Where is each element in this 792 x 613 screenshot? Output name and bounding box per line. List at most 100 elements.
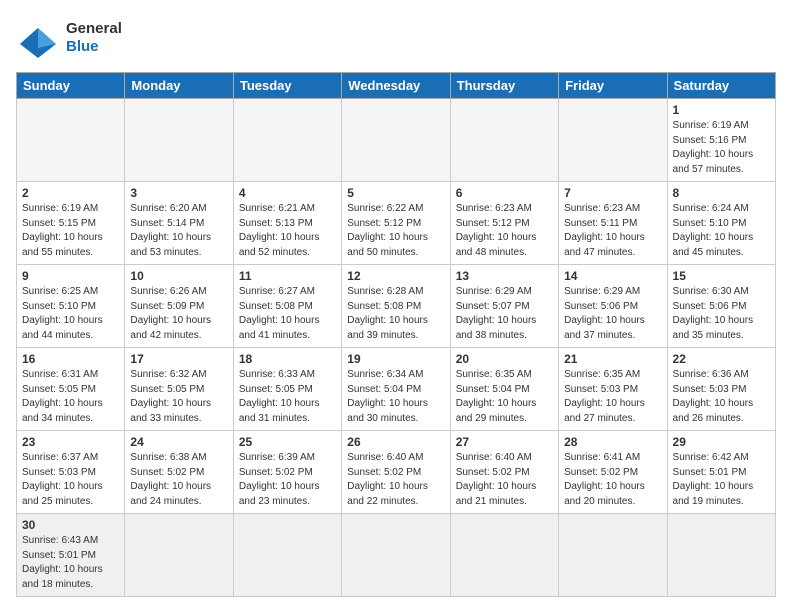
cell-info: Sunrise: 6:30 AM Sunset: 5:06 PM Dayligh… [673,285,770,343]
day-number: 5 [347,186,444,200]
day-number: 1 [673,103,770,117]
calendar-cell [125,99,233,182]
calendar-cell: 23 Sunrise: 6:37 AM Sunset: 5:03 PM Dayli… [17,431,125,514]
calendar-cell: 15 Sunrise: 6:30 AM Sunset: 5:06 PM Dayli… [667,265,775,348]
cell-info: Sunrise: 6:34 AM Sunset: 5:04 PM Dayligh… [347,368,444,426]
day-number: 27 [456,435,553,449]
day-number: 8 [673,186,770,200]
calendar-cell: 19 Sunrise: 6:34 AM Sunset: 5:04 PM Dayli… [342,348,450,431]
header-day-thursday: Thursday [450,73,558,99]
cell-info: Sunrise: 6:40 AM Sunset: 5:02 PM Dayligh… [456,451,553,509]
calendar-cell [450,99,558,182]
day-number: 24 [130,435,227,449]
cell-info: Sunrise: 6:22 AM Sunset: 5:12 PM Dayligh… [347,202,444,260]
day-number: 10 [130,269,227,283]
calendar-cell [125,514,233,597]
day-number: 12 [347,269,444,283]
cell-info: Sunrise: 6:33 AM Sunset: 5:05 PM Dayligh… [239,368,336,426]
cell-info: Sunrise: 6:19 AM Sunset: 5:15 PM Dayligh… [22,202,119,260]
cell-info: Sunrise: 6:21 AM Sunset: 5:13 PM Dayligh… [239,202,336,260]
cell-info: Sunrise: 6:29 AM Sunset: 5:07 PM Dayligh… [456,285,553,343]
calendar-cell: 10Sunrise: 6:26 AM Sunset: 5:09 PM Dayli… [125,265,233,348]
calendar-cell [667,514,775,597]
calendar-cell: 26Sunrise: 6:40 AM Sunset: 5:02 PM Dayli… [342,431,450,514]
calendar-cell: 21 Sunrise: 6:35 AM Sunset: 5:03 PM Dayli… [559,348,667,431]
header-day-wednesday: Wednesday [342,73,450,99]
cell-info: Sunrise: 6:23 AM Sunset: 5:12 PM Dayligh… [456,202,553,260]
day-number: 23 [22,435,119,449]
calendar-cell: 4 Sunrise: 6:21 AM Sunset: 5:13 PM Daylig… [233,182,341,265]
header-day-saturday: Saturday [667,73,775,99]
day-number: 16 [22,352,119,366]
cell-info: Sunrise: 6:32 AM Sunset: 5:05 PM Dayligh… [130,368,227,426]
week-row-0: 1 Sunrise: 6:19 AM Sunset: 5:16 PM Daylig… [17,99,776,182]
logo: General Blue [16,16,122,60]
day-number: 19 [347,352,444,366]
page-header: General Blue [16,16,776,60]
calendar-cell: 6Sunrise: 6:23 AM Sunset: 5:12 PM Daylig… [450,182,558,265]
calendar-cell: 28 Sunrise: 6:41 AM Sunset: 5:02 PM Dayli… [559,431,667,514]
logo-blue-text: Blue [66,38,122,56]
cell-info: Sunrise: 6:35 AM Sunset: 5:04 PM Dayligh… [456,368,553,426]
day-number: 29 [673,435,770,449]
calendar-cell: 5 Sunrise: 6:22 AM Sunset: 5:12 PM Daylig… [342,182,450,265]
calendar-cell [450,514,558,597]
cell-info: Sunrise: 6:42 AM Sunset: 5:01 PM Dayligh… [673,451,770,509]
calendar-cell: 12 Sunrise: 6:28 AM Sunset: 5:08 PM Dayli… [342,265,450,348]
calendar-cell [233,99,341,182]
week-row-5: 30Sunrise: 6:43 AM Sunset: 5:01 PM Dayli… [17,514,776,597]
calendar-cell: 18Sunrise: 6:33 AM Sunset: 5:05 PM Dayli… [233,348,341,431]
cell-info: Sunrise: 6:23 AM Sunset: 5:11 PM Dayligh… [564,202,661,260]
day-number: 21 [564,352,661,366]
calendar-cell: 24Sunrise: 6:38 AM Sunset: 5:02 PM Dayli… [125,431,233,514]
calendar-cell: 13 Sunrise: 6:29 AM Sunset: 5:07 PM Dayli… [450,265,558,348]
calendar-cell [342,514,450,597]
cell-info: Sunrise: 6:36 AM Sunset: 5:03 PM Dayligh… [673,368,770,426]
calendar-cell [233,514,341,597]
calendar-cell: 30Sunrise: 6:43 AM Sunset: 5:01 PM Dayli… [17,514,125,597]
logo-general-text: General [66,20,122,38]
calendar-cell: 2 Sunrise: 6:19 AM Sunset: 5:15 PM Daylig… [17,182,125,265]
calendar-cell: 3 Sunrise: 6:20 AM Sunset: 5:14 PM Daylig… [125,182,233,265]
cell-info: Sunrise: 6:40 AM Sunset: 5:02 PM Dayligh… [347,451,444,509]
calendar-cell: 14 Sunrise: 6:29 AM Sunset: 5:06 PM Dayli… [559,265,667,348]
day-number: 14 [564,269,661,283]
day-number: 15 [673,269,770,283]
cell-info: Sunrise: 6:29 AM Sunset: 5:06 PM Dayligh… [564,285,661,343]
calendar-cell [342,99,450,182]
calendar-cell [559,514,667,597]
day-number: 22 [673,352,770,366]
cell-info: Sunrise: 6:31 AM Sunset: 5:05 PM Dayligh… [22,368,119,426]
cell-info: Sunrise: 6:27 AM Sunset: 5:08 PM Dayligh… [239,285,336,343]
cell-info: Sunrise: 6:35 AM Sunset: 5:03 PM Dayligh… [564,368,661,426]
calendar-cell: 29 Sunrise: 6:42 AM Sunset: 5:01 PM Dayli… [667,431,775,514]
calendar-cell [17,99,125,182]
day-number: 9 [22,269,119,283]
cell-info: Sunrise: 6:20 AM Sunset: 5:14 PM Dayligh… [130,202,227,260]
day-number: 2 [22,186,119,200]
calendar-cell: 1 Sunrise: 6:19 AM Sunset: 5:16 PM Daylig… [667,99,775,182]
cell-info: Sunrise: 6:28 AM Sunset: 5:08 PM Dayligh… [347,285,444,343]
calendar-cell: 7 Sunrise: 6:23 AM Sunset: 5:11 PM Daylig… [559,182,667,265]
header-day-tuesday: Tuesday [233,73,341,99]
day-number: 7 [564,186,661,200]
day-number: 13 [456,269,553,283]
cell-info: Sunrise: 6:41 AM Sunset: 5:02 PM Dayligh… [564,451,661,509]
calendar-cell: 8 Sunrise: 6:24 AM Sunset: 5:10 PM Daylig… [667,182,775,265]
day-number: 28 [564,435,661,449]
day-number: 11 [239,269,336,283]
cell-info: Sunrise: 6:37 AM Sunset: 5:03 PM Dayligh… [22,451,119,509]
day-number: 17 [130,352,227,366]
day-number: 30 [22,518,119,532]
calendar-body: 1 Sunrise: 6:19 AM Sunset: 5:16 PM Daylig… [17,99,776,597]
cell-info: Sunrise: 6:24 AM Sunset: 5:10 PM Dayligh… [673,202,770,260]
calendar-cell: 20 Sunrise: 6:35 AM Sunset: 5:04 PM Dayli… [450,348,558,431]
cell-info: Sunrise: 6:19 AM Sunset: 5:16 PM Dayligh… [673,119,770,177]
day-number: 3 [130,186,227,200]
calendar-cell: 27 Sunrise: 6:40 AM Sunset: 5:02 PM Dayli… [450,431,558,514]
day-number: 20 [456,352,553,366]
week-row-1: 2 Sunrise: 6:19 AM Sunset: 5:15 PM Daylig… [17,182,776,265]
week-row-4: 23 Sunrise: 6:37 AM Sunset: 5:03 PM Dayli… [17,431,776,514]
day-number: 4 [239,186,336,200]
header-day-friday: Friday [559,73,667,99]
